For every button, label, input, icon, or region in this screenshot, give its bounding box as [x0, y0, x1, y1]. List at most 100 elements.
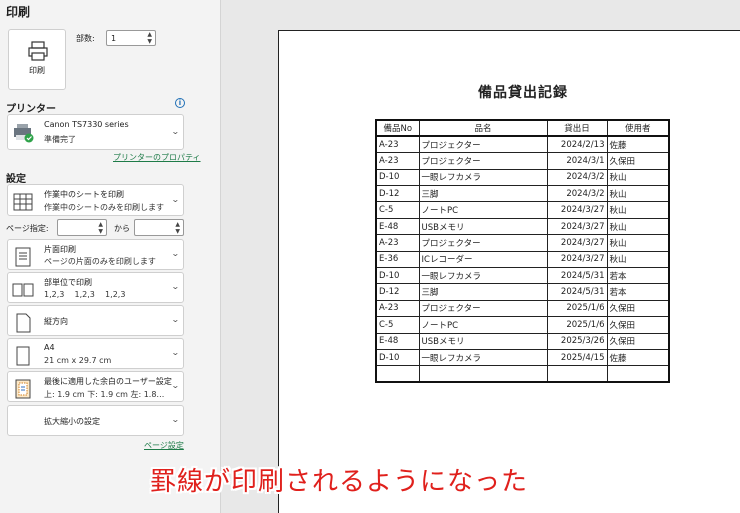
table-cell: 2024/2/13: [546, 135, 608, 154]
table-cell: D-10: [375, 348, 420, 367]
table-cell: A-23: [375, 135, 420, 154]
table-cell: [606, 365, 670, 383]
chevron-down-icon: ⌄: [171, 195, 181, 204]
table-cell: 三脚: [418, 283, 548, 301]
portrait-page-icon: [16, 313, 31, 333]
table-cell: プロジェクター: [418, 135, 548, 154]
margins-sub: 上: 1.9 cm 下: 1.9 cm 左: 1.8…: [44, 390, 165, 399]
table-cell: A-23: [375, 299, 420, 318]
table-row: A-23 プロジェクター 2024/2/13 佐藤: [375, 135, 670, 154]
spin-arrows-icon[interactable]: ▲ ▼: [147, 31, 152, 45]
print-scope-dropdown[interactable]: 作業中のシートを印刷 作業中のシートのみを印刷します ⌄: [7, 184, 184, 216]
table-cell: E-48: [375, 332, 420, 350]
scaling-dropdown[interactable]: 拡大縮小の設定 ⌄: [7, 405, 184, 436]
table-cell: C-5: [375, 316, 420, 334]
printer-dropdown[interactable]: Canon TS7330 series 準備完了 ⌄: [7, 114, 184, 150]
table-cell: プロジェクター: [418, 152, 548, 170]
table-cell: D-10: [375, 168, 420, 187]
page-from-input[interactable]: ▲ ▼: [57, 219, 107, 236]
table-row: E-48 USBメモリ 2025/3/26 久保田: [375, 332, 670, 350]
table-cell: 2024/5/31: [546, 283, 608, 301]
sides-sub: ページの片面のみを印刷します: [44, 257, 156, 266]
table-row: A-23 プロジェクター 2024/3/27 秋山: [375, 234, 670, 252]
collate-icon: [12, 283, 34, 297]
table-cell: A-23: [375, 152, 420, 170]
table-cell: 秋山: [606, 250, 670, 269]
margins-dropdown[interactable]: 最後に適用した余白のユーザー設定 上: 1.9 cm 下: 1.9 cm 左: …: [7, 371, 184, 402]
table-cell: ICレコーダー: [418, 250, 548, 269]
table-cell: 秋山: [606, 217, 670, 236]
table-cell: 2024/3/2: [546, 185, 608, 203]
single-sided-icon: [15, 247, 31, 267]
table-cell: 一眼レフカメラ: [418, 267, 548, 285]
print-scope-title: 作業中のシートを印刷: [44, 190, 124, 199]
table-cell: 2024/3/2: [546, 168, 608, 187]
table-cell: D-10: [375, 267, 420, 285]
table-cell: 2025/1/6: [546, 316, 608, 334]
table-row: [375, 365, 670, 383]
printer-name: Canon TS7330 series: [44, 120, 129, 129]
paper-size-dropdown[interactable]: A4 21 cm x 29.7 cm ⌄: [7, 338, 184, 369]
annotation-caption: 罫線が印刷されるようになった: [150, 467, 529, 497]
print-button[interactable]: 印刷: [8, 29, 66, 90]
table-cell: 一眼レフカメラ: [418, 348, 548, 367]
paper-size-sub: 21 cm x 29.7 cm: [44, 356, 112, 365]
backstage-title: 印刷: [6, 5, 31, 19]
chevron-down-icon: ⌄: [171, 127, 181, 136]
spin-arrows-icon[interactable]: ▲ ▼: [98, 221, 103, 235]
table-cell: 2024/3/27: [546, 234, 608, 252]
printer-icon: [28, 41, 48, 61]
collate-title: 部単位で印刷: [44, 278, 92, 287]
table-cell: 2024/3/1: [546, 152, 608, 170]
table-cell: ノートPC: [418, 201, 548, 219]
table-cell: 久保田: [606, 152, 670, 170]
margins-title: 最後に適用した余白のユーザー設定: [44, 377, 172, 386]
chevron-down-icon: ⌄: [171, 381, 181, 390]
page-setup-link[interactable]: ページ設定: [144, 440, 184, 451]
page-to-input[interactable]: ▲ ▼: [134, 219, 184, 236]
table-cell: 秋山: [606, 185, 670, 203]
table-cell: D-12: [375, 283, 420, 301]
table-row: D-12 三脚 2024/5/31 若本: [375, 283, 670, 301]
copies-stepper[interactable]: 1 ▲ ▼: [106, 30, 156, 46]
table-cell: 若本: [606, 283, 670, 301]
column-header: 貸出日: [546, 119, 608, 138]
table-cell: 三脚: [418, 185, 548, 203]
sides-dropdown[interactable]: 片面印刷 ページの片面のみを印刷します ⌄: [7, 239, 184, 270]
info-icon[interactable]: i: [175, 98, 185, 108]
spin-arrows-icon[interactable]: ▲ ▼: [175, 221, 180, 235]
table-cell: E-36: [375, 250, 420, 269]
table-cell: 秋山: [606, 168, 670, 187]
table-cell: [546, 365, 608, 383]
orientation-title: 縦方向: [44, 317, 68, 326]
table-row: D-10 一眼レフカメラ 2025/4/15 佐藤: [375, 348, 670, 367]
table-cell: 一眼レフカメラ: [418, 168, 548, 187]
table-cell: 久保田: [606, 299, 670, 318]
table-cell: [418, 365, 548, 383]
orientation-dropdown[interactable]: 縦方向 ⌄: [7, 305, 184, 336]
table-cell: 2024/3/27: [546, 250, 608, 269]
table-cell: USBメモリ: [418, 332, 548, 350]
print-button-label: 印刷: [29, 66, 45, 75]
chevron-down-icon: ⌄: [171, 315, 181, 324]
table-row: D-12 三脚 2024/3/2 秋山: [375, 185, 670, 203]
table-row: E-36 ICレコーダー 2024/3/27 秋山: [375, 250, 670, 269]
printer-section-title: プリンター: [6, 104, 56, 115]
table-cell: 久保田: [606, 316, 670, 334]
collate-dropdown[interactable]: 部単位で印刷 1,2,3 1,2,3 1,2,3 ⌄: [7, 272, 184, 303]
table-cell: USBメモリ: [418, 217, 548, 236]
collate-sub: 1,2,3 1,2,3 1,2,3: [44, 290, 126, 299]
printer-ready-icon: [14, 124, 34, 143]
sides-title: 片面印刷: [44, 245, 76, 254]
printer-properties-link[interactable]: プリンターのプロパティ: [113, 152, 201, 163]
table-cell: 佐藤: [606, 348, 670, 367]
table-row: C-5 ノートPC 2024/3/27 秋山: [375, 201, 670, 219]
table-row: E-48 USBメモリ 2024/3/27 秋山: [375, 217, 670, 236]
column-header: 使用者: [606, 119, 670, 138]
table-cell: C-5: [375, 201, 420, 219]
table-cell: 2024/3/27: [546, 201, 608, 219]
column-header: 品名: [418, 119, 548, 138]
table-cell: 秋山: [606, 234, 670, 252]
document-title: 備品貸出記録: [478, 85, 568, 101]
table-cell: 2024/5/31: [546, 267, 608, 285]
